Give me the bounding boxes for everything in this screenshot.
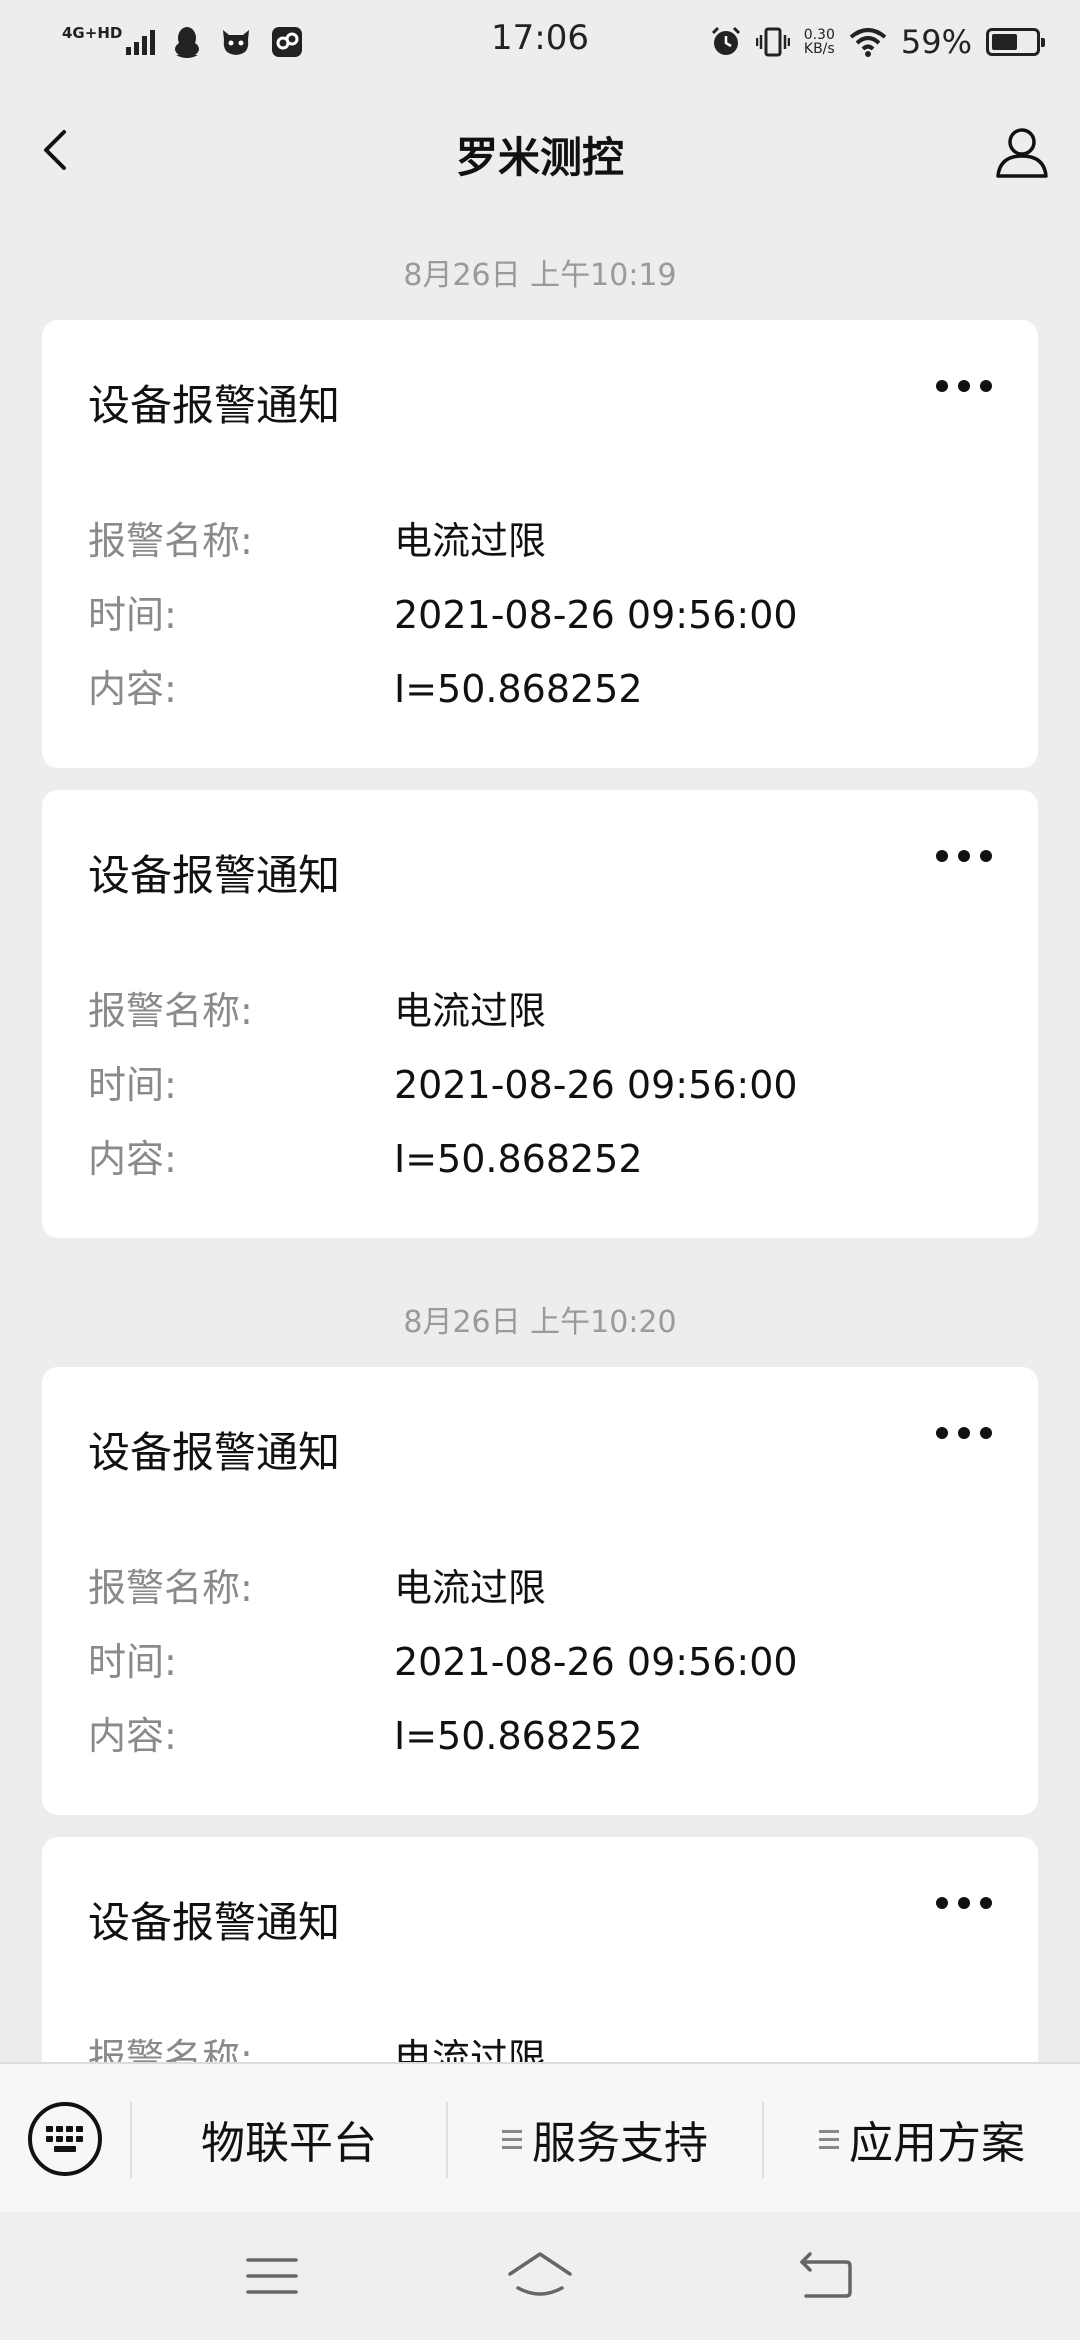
alarm-name-value: 电流过限 xyxy=(394,989,547,1033)
alarm-card[interactable]: 设备报警通知 报警名称: 电流过限 时间: 2021-08-26 09:56:0… xyxy=(42,1367,1038,1815)
more-dots-icon[interactable] xyxy=(936,380,992,394)
alarm-name-value: 电流过限 xyxy=(394,1566,547,1610)
battery-fill xyxy=(992,34,1017,50)
time-label: 时间: xyxy=(88,593,177,637)
time-value: 2021-08-26 09:56:00 xyxy=(394,1640,798,1684)
menu-item-label: 物联平台 xyxy=(201,2118,377,2169)
menu-item-label: 服务支持 xyxy=(532,2118,708,2169)
title-bar: 罗米测控 xyxy=(0,100,1080,200)
alarm-name-row: 报警名称: 电流过限 xyxy=(88,516,988,566)
time-row: 时间: 2021-08-26 09:56:00 xyxy=(88,590,988,640)
content-row: 内容: I=50.868252 xyxy=(88,1134,988,1184)
content-value: I=50.868252 xyxy=(394,1137,643,1181)
menu-bar: 物联平台 服务支持 应用方案 xyxy=(0,2062,1080,2212)
hamburger-icon[interactable] xyxy=(244,2248,300,2304)
card-title: 设备报警通知 xyxy=(88,1428,341,1477)
page-title: 罗米测控 xyxy=(455,133,624,182)
screen: 4G+HD 17:06 0.30 KB/s 59% 罗米测控 8月26日 上午1… xyxy=(0,0,1080,2340)
content-value: I=50.868252 xyxy=(394,667,643,711)
time-value: 2021-08-26 09:56:00 xyxy=(394,593,798,637)
time-label: 时间: xyxy=(88,1640,177,1684)
battery-icon xyxy=(986,28,1045,56)
alarm-name-label: 报警名称: xyxy=(88,519,253,563)
content-label: 内容: xyxy=(88,667,177,711)
network-speed: 0.30 KB/s xyxy=(804,28,835,56)
battery-percent: 59% xyxy=(900,23,972,61)
user-icon[interactable] xyxy=(990,120,1054,184)
alarm-name-label: 报警名称: xyxy=(88,989,253,1033)
status-bar: 4G+HD 17:06 0.30 KB/s 59% xyxy=(0,0,1080,84)
content-value: I=50.868252 xyxy=(394,1714,643,1758)
speed-value: 0.30 xyxy=(803,27,835,43)
menu-lines-icon xyxy=(819,2125,839,2154)
card-title: 设备报警通知 xyxy=(88,851,341,900)
status-right: 0.30 KB/s 59% xyxy=(710,20,1045,64)
menu-item-service-support[interactable]: 服务支持 xyxy=(448,2064,762,2214)
card-title: 设备报警通知 xyxy=(88,381,341,430)
time-row: 时间: 2021-08-26 09:56:00 xyxy=(88,1060,988,1110)
alarm-name-row: 报警名称: 电流过限 xyxy=(88,1563,988,1613)
vibrate-icon xyxy=(755,27,790,57)
message-timestamp: 8月26日 上午10:19 xyxy=(403,258,677,293)
alarm-name-value: 电流过限 xyxy=(394,519,547,563)
more-dots-icon[interactable] xyxy=(936,1897,992,1911)
home-icon[interactable] xyxy=(506,2248,574,2304)
alarm-card[interactable]: 设备报警通知 报警名称: 电流过限 时间: 2021-08-26 09:56:0… xyxy=(42,790,1038,1238)
keyboard-keys xyxy=(46,2126,84,2152)
content-label: 内容: xyxy=(88,1137,177,1181)
wifi-icon xyxy=(849,28,887,57)
alarm-name-label: 报警名称: xyxy=(88,1566,253,1610)
back-arrow-icon[interactable] xyxy=(796,2248,856,2304)
alarm-clock-icon xyxy=(711,26,740,55)
alarm-card[interactable]: 设备报警通知 报警名称: 电流过限 时间: 2021-08-26 09:56:0… xyxy=(42,320,1038,768)
keyboard-icon[interactable] xyxy=(28,2102,102,2176)
more-dots-icon[interactable] xyxy=(936,850,992,864)
menu-lines-icon xyxy=(502,2125,522,2154)
content-label: 内容: xyxy=(88,1714,177,1758)
menu-item-solutions[interactable]: 应用方案 xyxy=(764,2064,1080,2214)
speed-unit: KB/s xyxy=(803,41,835,57)
alarm-name-row: 报警名称: 电流过限 xyxy=(88,986,988,1036)
menu-item-label: 应用方案 xyxy=(849,2118,1025,2169)
content-row: 内容: I=50.868252 xyxy=(88,1711,988,1761)
menu-item-iot-platform[interactable]: 物联平台 xyxy=(132,2064,446,2214)
more-dots-icon[interactable] xyxy=(936,1427,992,1441)
card-title: 设备报警通知 xyxy=(88,1898,341,1947)
time-row: 时间: 2021-08-26 09:56:00 xyxy=(88,1637,988,1687)
message-timestamp: 8月26日 上午10:20 xyxy=(403,1305,677,1340)
system-navigation xyxy=(0,2212,1080,2340)
content-row: 内容: I=50.868252 xyxy=(88,664,988,714)
time-value: 2021-08-26 09:56:00 xyxy=(394,1063,798,1107)
time-label: 时间: xyxy=(88,1063,177,1107)
